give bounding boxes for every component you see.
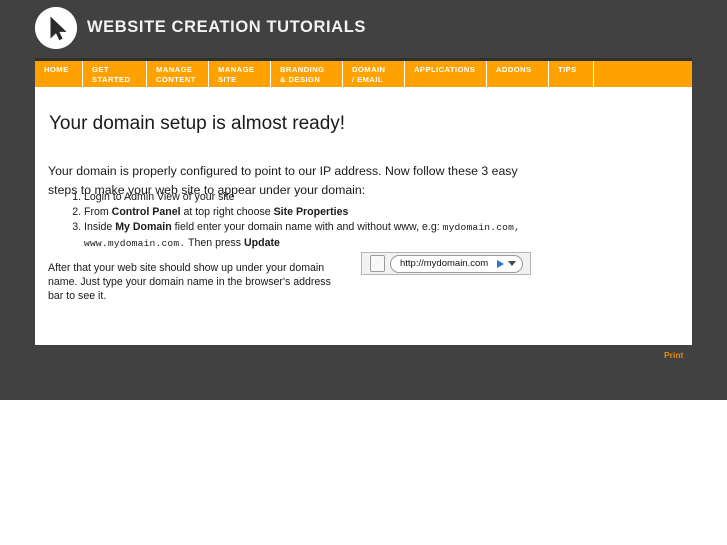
nav-item-manage-content[interactable]: MANAGE CONTENT bbox=[147, 61, 209, 87]
step-text: Login to Admin View of your site bbox=[84, 191, 235, 203]
nav-item-label: BRANDING & DESIGN bbox=[280, 65, 325, 84]
cursor-arrow-icon bbox=[35, 7, 77, 49]
step-text: at top right choose bbox=[180, 206, 274, 219]
nav-item-home[interactable]: HOME bbox=[35, 61, 83, 87]
nav-item-branding-design[interactable]: BRANDING & DESIGN bbox=[271, 61, 343, 87]
nav-item-label: ADDONS bbox=[496, 65, 532, 74]
nav-item-label: TIPS bbox=[558, 65, 577, 74]
nav-item-get-started[interactable]: GET STARTED bbox=[83, 61, 147, 87]
print-link[interactable]: Print bbox=[664, 350, 683, 360]
nav-item-addons[interactable]: ADDONS bbox=[487, 61, 549, 87]
step-text: Inside bbox=[84, 221, 116, 234]
step-text: Site Properties bbox=[273, 206, 349, 219]
nav-item-tips[interactable]: TIPS bbox=[549, 61, 594, 87]
step-text: My Domain bbox=[115, 221, 172, 234]
step-text: Update bbox=[243, 236, 280, 249]
step-text: Control Panel bbox=[111, 206, 181, 219]
nav-item-label: APPLICATIONS bbox=[414, 65, 476, 74]
nav-item-applications[interactable]: APPLICATIONS bbox=[405, 61, 487, 87]
closing-paragraph: After that your web site should show up … bbox=[48, 261, 331, 302]
main-nav: HOME GET STARTED MANAGE CONTENT MANAGE SITE… bbox=[35, 58, 692, 87]
site-header: WEBSITE CREATION TUTORIALS bbox=[0, 0, 727, 56]
steps-list: Login to Admin View of your site From Con… bbox=[48, 190, 584, 252]
step-item: From Control Panel at top right choose S… bbox=[84, 205, 584, 220]
nav-item-label: HOME bbox=[44, 65, 69, 74]
step-text: Then press bbox=[185, 236, 244, 249]
nav-item-label: MANAGE CONTENT bbox=[156, 65, 196, 84]
nav-item-label: GET STARTED bbox=[92, 65, 131, 84]
nav-item-label: MANAGE SITE bbox=[218, 65, 255, 84]
step-text: From bbox=[84, 206, 112, 219]
address-bar-url: http://mydomain.com bbox=[400, 258, 489, 269]
nav-item-label: DOMAIN / EMAIL bbox=[352, 65, 386, 84]
page-document-icon bbox=[370, 255, 385, 272]
step-item: Inside My Domain field enter your domain… bbox=[84, 220, 584, 251]
nav-item-domain-email[interactable]: DOMAIN / EMAIL bbox=[343, 61, 405, 87]
browser-address-bar-illustration: http://mydomain.com bbox=[361, 252, 531, 275]
address-bar-field: http://mydomain.com bbox=[390, 254, 523, 273]
step-text: field enter your domain name with and wi… bbox=[171, 221, 443, 234]
content-card: Your domain setup is almost ready! Your … bbox=[35, 87, 692, 345]
chevron-down-icon bbox=[508, 261, 516, 266]
step-item: Login to Admin View of your site bbox=[84, 190, 584, 205]
nav-item-manage-site[interactable]: MANAGE SITE bbox=[209, 61, 271, 87]
site-title: WEBSITE CREATION TUTORIALS bbox=[87, 18, 366, 36]
go-arrow-icon bbox=[497, 259, 504, 268]
page-title: Your domain setup is almost ready! bbox=[49, 112, 346, 134]
